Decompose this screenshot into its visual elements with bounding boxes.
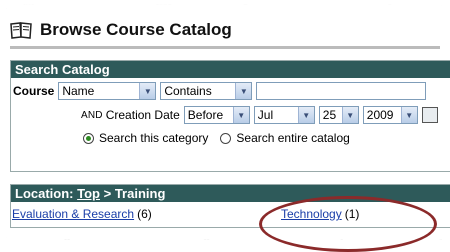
operator-select-value: Contains (164, 84, 212, 98)
search-query-input[interactable] (256, 82, 427, 100)
and-label: AND (81, 109, 103, 121)
operator-select[interactable]: Contains ▼ (160, 82, 253, 100)
breadcrumb-separator: > (103, 186, 112, 201)
scope-catalog-label[interactable]: Search entire catalog (236, 131, 349, 145)
search-catalog-panel: Search Catalog Course Name ▼ Contains ▼ … (10, 60, 450, 172)
category-item: Evaluation & Research (6) (12, 207, 152, 221)
course-label: Course (13, 84, 55, 98)
month-value: Jul (257, 108, 274, 122)
scope-category-label[interactable]: Search this category (99, 131, 208, 145)
day-value: 25 (322, 108, 337, 122)
day-select[interactable]: 25 ▼ (318, 106, 359, 124)
chevron-down-icon: ▼ (400, 107, 417, 123)
date-operator-value: Before (187, 108, 224, 122)
chevron-down-icon: ▼ (232, 107, 249, 123)
search-scope-row: Search this category Search entire catal… (83, 131, 350, 145)
search-catalog-bar: Search Catalog (11, 61, 450, 78)
category-link-evaluation[interactable]: Evaluation & Research (12, 207, 134, 221)
header-divider (10, 46, 440, 49)
chevron-down-icon: ▼ (139, 83, 156, 99)
chevron-down-icon: ▼ (341, 107, 358, 123)
field-select-value: Name (62, 84, 95, 98)
highlight-oval (259, 196, 437, 252)
creation-date-row: AND Creation Date Before ▼ Jul ▼ 25 ▼ 20… (81, 106, 438, 124)
page-header: Browse Course Catalog (10, 16, 232, 44)
year-select[interactable]: 2009 ▼ (362, 106, 418, 124)
current-location: Training (114, 186, 166, 201)
chevron-down-icon: ▼ (297, 107, 314, 123)
page-title: Browse Course Catalog (40, 20, 232, 39)
field-select[interactable]: Name ▼ (58, 82, 157, 100)
calendar-icon[interactable] (421, 107, 438, 123)
location-label: Location: (15, 186, 74, 201)
scope-catalog-radio[interactable] (220, 132, 232, 144)
top-link[interactable]: Top (77, 186, 100, 201)
chevron-down-icon: ▼ (235, 83, 252, 99)
year-value: 2009 (366, 108, 394, 122)
course-search-row: Course Name ▼ Contains ▼ (13, 82, 427, 100)
creation-date-label: Creation Date (105, 108, 180, 122)
category-count: (6) (137, 207, 152, 221)
scope-category-radio[interactable] (83, 132, 94, 144)
date-operator-select[interactable]: Before ▼ (183, 106, 250, 124)
book-icon (10, 21, 32, 39)
month-select[interactable]: Jul ▼ (253, 106, 315, 124)
